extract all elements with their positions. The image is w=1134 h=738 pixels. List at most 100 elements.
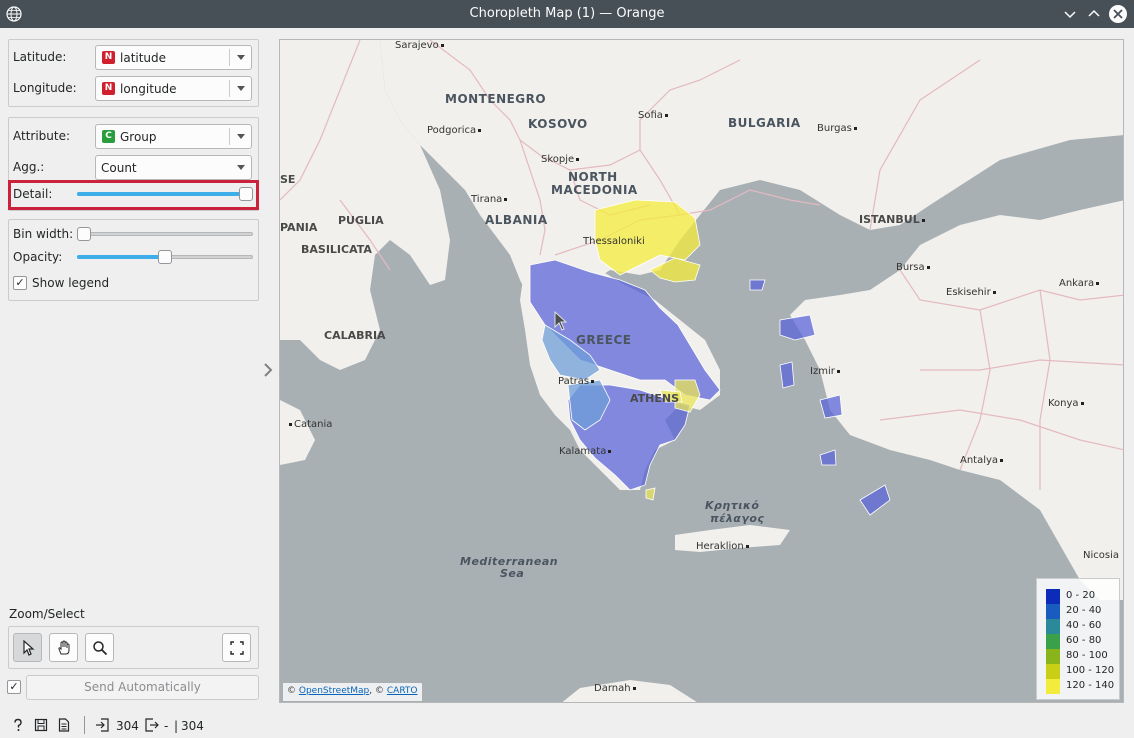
- close-icon: [1113, 9, 1123, 19]
- map-background: [280, 40, 1123, 702]
- numeric-variable-icon: N: [102, 82, 115, 95]
- city-label-burgas: Burgas: [817, 123, 859, 134]
- city-label-konya: Konya: [1048, 398, 1086, 409]
- dropdown-arrow-icon: [237, 165, 245, 170]
- output-count: 304: [181, 719, 204, 733]
- send-automatically-button[interactable]: Send Automatically: [26, 675, 259, 700]
- legend-label: 20 - 40: [1066, 605, 1102, 616]
- country-label-montenegro: MONTENEGRO: [445, 92, 547, 106]
- sea-label-cretan-1: Κρητικό: [705, 499, 760, 512]
- slider-handle[interactable]: [158, 250, 172, 264]
- output-dash: -: [164, 719, 169, 733]
- zoom-select-label: Zoom/Select: [9, 607, 85, 621]
- close-button[interactable]: [1109, 5, 1127, 23]
- city-label-patras: Patras: [558, 376, 596, 387]
- display-box: Bin width: Opacity: ✓ Show legend: [8, 219, 259, 301]
- latitude-label: Latitude:: [13, 50, 67, 64]
- show-legend-checkbox[interactable]: ✓: [13, 276, 27, 290]
- map-view[interactable]: Sarajevo MONTENEGRO Podgorica KOSOVO Sof…: [279, 39, 1124, 703]
- pan-tool-button[interactable]: [49, 633, 78, 662]
- agg-label: Agg.:: [13, 160, 45, 174]
- city-label-eskisehir: Eskisehir: [946, 287, 998, 298]
- minimize-button[interactable]: [1061, 5, 1079, 23]
- opacity-slider[interactable]: [77, 250, 253, 264]
- legend-swatch: [1046, 679, 1060, 694]
- select-tool-button[interactable]: [13, 633, 42, 662]
- city-label-thessaloniki: Thessaloniki: [583, 236, 645, 247]
- city-label-sarajevo: Sarajevo: [395, 40, 446, 51]
- auto-send-checkbox[interactable]: ✓: [7, 680, 21, 694]
- map-legend: 0 - 20 20 - 40 40 - 60 60 - 80 80 - 100 100 -…: [1036, 578, 1120, 700]
- bin-width-label: Bin width:: [13, 227, 74, 241]
- chevron-right-icon[interactable]: [262, 362, 274, 378]
- region-label-basilicata: BASILICATA: [301, 243, 372, 256]
- region-label-edge-1: SE: [280, 173, 296, 186]
- opacity-label: Opacity:: [13, 250, 63, 264]
- region-label-puglia: PUGLIA: [338, 214, 384, 227]
- slider-handle[interactable]: [77, 227, 91, 241]
- city-label-istanbul: ISTANBUL: [859, 213, 927, 226]
- legend-swatch: [1046, 634, 1060, 649]
- dropdown-arrow-icon: [237, 134, 245, 139]
- numeric-variable-icon: N: [102, 51, 115, 64]
- country-label-bulgaria: BULGARIA: [728, 116, 801, 130]
- city-label-antalya: Antalya: [960, 455, 1005, 466]
- attribute-label: Attribute:: [13, 129, 71, 143]
- status-bar: 304 - | 304: [0, 710, 1134, 738]
- attribute-value: Group: [120, 130, 157, 144]
- city-label-darnah: Darnah: [594, 683, 638, 694]
- mouse-cursor-icon: [554, 311, 568, 331]
- country-label-greece: GREECE: [576, 333, 632, 347]
- input-count: 304: [116, 719, 139, 733]
- pointer-icon: [22, 639, 35, 656]
- legend-swatch: [1046, 649, 1060, 664]
- city-label-skopje: Skopje: [541, 154, 581, 165]
- longitude-label: Longitude:: [13, 81, 77, 95]
- zoom-tool-button[interactable]: [85, 633, 114, 662]
- fit-to-screen-button[interactable]: [222, 633, 251, 662]
- region-label-edge-2: PANIA: [280, 221, 318, 234]
- agg-combo[interactable]: Count: [95, 155, 252, 180]
- sea-label-cretan-2: πέλαγος: [710, 512, 765, 525]
- longitude-combo[interactable]: N longitude: [95, 76, 252, 101]
- city-label-ankara: Ankara: [1059, 278, 1101, 289]
- city-label-nicosia: Nicosia: [1083, 550, 1119, 561]
- latitude-combo[interactable]: N latitude: [95, 45, 252, 70]
- city-label-tirana: Tirana: [471, 194, 509, 205]
- city-label-sofia: Sofia: [638, 110, 670, 121]
- country-label-north: NORTH: [568, 170, 618, 184]
- bin-width-slider[interactable]: [77, 227, 253, 241]
- city-label-podgorica: Podgorica: [427, 125, 483, 136]
- legend-label: 100 - 120: [1066, 665, 1115, 676]
- city-label-izmir: Izmir: [810, 366, 842, 377]
- save-icon[interactable]: [34, 718, 48, 732]
- city-label-bursa: Bursa: [896, 262, 932, 273]
- location-box: Latitude: N latitude Longitude: N longit…: [8, 39, 259, 107]
- show-legend-label: Show legend: [32, 276, 110, 290]
- city-label-athens: ATHENS: [630, 392, 680, 405]
- legend-label: 0 - 20: [1066, 590, 1096, 601]
- country-label-albania: ALBANIA: [485, 213, 548, 227]
- maximize-button[interactable]: [1085, 5, 1103, 23]
- country-label-kosovo: KOSOVO: [528, 117, 588, 131]
- city-label-kalamata: Kalamata: [559, 446, 613, 457]
- legend-swatch: [1046, 664, 1060, 679]
- help-icon[interactable]: [11, 718, 25, 732]
- detail-highlight-box: [8, 180, 259, 210]
- title-bar: Choropleth Map (1) — Orange: [0, 0, 1134, 28]
- carto-link[interactable]: CARTO: [387, 686, 418, 696]
- country-label-macedonia: MACEDONIA: [551, 183, 638, 197]
- agg-value: Count: [101, 161, 137, 175]
- attribute-combo[interactable]: C Group: [95, 124, 252, 149]
- city-label-heraklion: Heraklion: [696, 541, 751, 552]
- report-icon[interactable]: [57, 718, 71, 732]
- dropdown-arrow-icon: [237, 55, 245, 60]
- input-icon: [96, 718, 109, 732]
- chevron-up-icon: [1088, 9, 1100, 17]
- city-label-catania: Catania: [287, 419, 332, 430]
- pan-hand-icon: [57, 639, 69, 654]
- legend-label: 40 - 60: [1066, 620, 1102, 631]
- openstreetmap-link[interactable]: OpenStreetMap: [299, 686, 369, 696]
- latitude-value: latitude: [120, 51, 167, 65]
- categorical-variable-icon: C: [102, 130, 115, 143]
